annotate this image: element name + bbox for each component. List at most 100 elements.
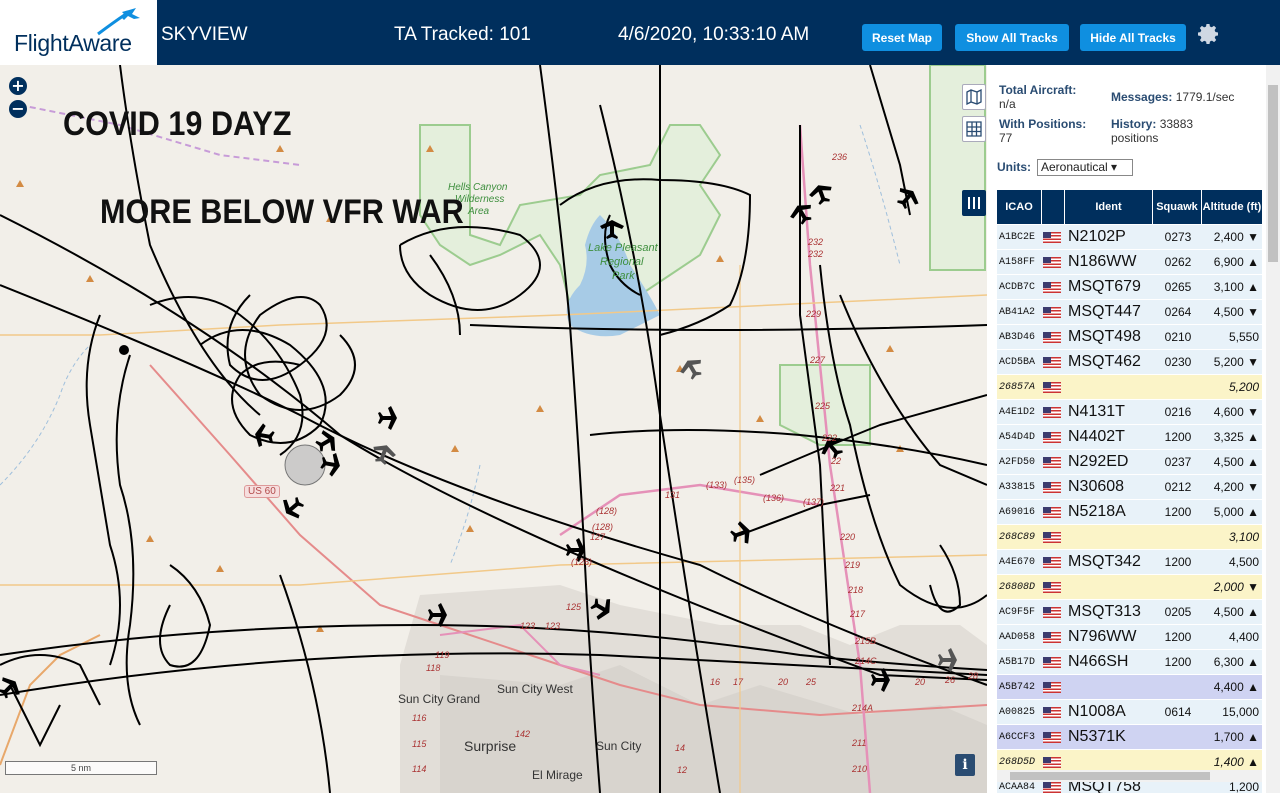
table-row[interactable]: ACD5BA MSQT462 0230 5,200 ▼ [997, 350, 1262, 375]
units-select[interactable]: Aeronautical ▾ [1037, 159, 1133, 176]
ident-cell: MSQT498 [1068, 328, 1141, 345]
road-number: 218 [848, 585, 864, 595]
table-row[interactable]: A5B742 4,400 ▲ [997, 675, 1262, 700]
squawk-cell [1154, 375, 1202, 399]
info-button[interactable]: i [955, 754, 975, 776]
icao-cell: A158FF [999, 256, 1036, 268]
road-number: 131 [665, 490, 681, 500]
ident-cell: N5218A [1068, 503, 1126, 520]
road-number: 219 [845, 560, 861, 570]
table-row[interactable]: AC9F5F MSQT313 0205 4,500 ▲ [997, 600, 1262, 625]
icao-cell: A4E670 [999, 556, 1036, 568]
table-row[interactable]: ACDB7C MSQT679 0265 3,100 ▲ [997, 275, 1262, 300]
squawk-cell [1154, 725, 1202, 749]
squawk-cell: 1200 [1164, 555, 1192, 569]
road-number: 232 [808, 237, 824, 247]
column-toggle-button[interactable] [962, 190, 986, 216]
horizontal-scrollbar-thumb[interactable] [1010, 772, 1210, 780]
ident-cell: N796WW [1068, 628, 1137, 645]
table-row[interactable]: 26808D 2,000 ▼ [997, 575, 1262, 600]
road-number: 142 [515, 729, 531, 739]
road-number: 26 [945, 675, 956, 685]
table-row[interactable]: A4E670 MSQT342 1200 4,500 [997, 550, 1262, 575]
squawk-cell: 0210 [1164, 330, 1192, 344]
hide-all-tracks-button[interactable]: Hide All Tracks [1080, 24, 1186, 51]
road-number: 232 [808, 249, 824, 259]
flag-cell [1043, 650, 1065, 674]
icao-cell: A1BC2E [999, 231, 1036, 243]
ident-cell: N186WW [1068, 253, 1137, 270]
column-header-squawk[interactable]: Squawk [1153, 190, 1201, 224]
altitude-cell: 1,700 ▲ [1213, 730, 1259, 744]
positions-value: 77 [999, 131, 1013, 145]
road-number: (126) [571, 557, 593, 567]
flag-cell [1043, 250, 1065, 274]
table-row[interactable]: A5B17D N466SH 1200 6,300 ▲ [997, 650, 1262, 675]
icao-cell: A00825 [999, 706, 1036, 718]
zoom-out-button[interactable]: − [9, 100, 27, 118]
flag-cell [1043, 325, 1065, 349]
road-number: 116 [412, 713, 427, 723]
table-row[interactable]: A2FD50 N292ED 0237 4,500 ▲ [997, 450, 1262, 475]
map-view[interactable]: Hells Canyon Wilderness Area Lake Pleasa… [0, 65, 987, 793]
table-row[interactable]: A69016 N5218A 1200 5,000 ▲ [997, 500, 1262, 525]
icao-cell: 26857A [999, 381, 1036, 393]
flag-cell [1043, 700, 1065, 724]
logo[interactable]: FlightAware [0, 0, 157, 65]
map-canvas[interactable] [0, 65, 987, 793]
flag-cell [1043, 275, 1065, 299]
road-number: (128) [596, 506, 618, 516]
table-row[interactable]: A54D4D N4402T 1200 3,325 ▲ [997, 425, 1262, 450]
column-header-ident[interactable]: Ident [1065, 190, 1152, 224]
icao-cell: A2FD50 [999, 456, 1036, 468]
flag-cell [1043, 300, 1065, 324]
squawk-cell: 0237 [1164, 455, 1192, 469]
ident-cell: N1008A [1068, 703, 1126, 720]
us-flag-icon [1043, 381, 1061, 393]
squawk-cell: 0265 [1164, 280, 1192, 294]
road-number: 22 [831, 456, 842, 466]
table-row[interactable]: A158FF N186WW 0262 6,900 ▲ [997, 250, 1262, 275]
vertical-scrollbar-thumb[interactable] [1268, 85, 1278, 262]
table-row[interactable]: 26857A 5,200 [997, 375, 1262, 400]
column-header-icao[interactable]: ICAO [997, 190, 1041, 224]
table-row[interactable]: A1BC2E N2102P 0273 2,400 ▼ [997, 225, 1262, 250]
grid-toggle-button[interactable] [962, 116, 986, 142]
squawk-cell: 0273 [1164, 230, 1192, 244]
column-header-flag[interactable] [1042, 190, 1064, 224]
table-row[interactable]: A6CCF3 N5371K 1,700 ▲ [997, 725, 1262, 750]
road-number: 28 [968, 671, 979, 681]
table-row[interactable]: 268C89 3,100 [997, 525, 1262, 550]
map-layers-button[interactable] [962, 84, 986, 110]
show-all-tracks-button[interactable]: Show All Tracks [955, 24, 1069, 51]
columns-icon [968, 197, 980, 209]
road-number: 217 [850, 609, 866, 619]
map-label-sun-city-grand: Sun City Grand [398, 692, 481, 706]
squawk-cell: 0262 [1164, 255, 1192, 269]
flag-cell [1043, 625, 1065, 649]
table-row[interactable]: A4E1D2 N4131T 0216 4,600 ▼ [997, 400, 1262, 425]
flag-cell [1043, 675, 1065, 699]
app-name: SKYVIEW [161, 24, 248, 45]
history-label: History: [1111, 117, 1157, 131]
squawk-cell: 0212 [1164, 480, 1192, 494]
table-row[interactable]: AB41A2 MSQT447 0264 4,500 ▼ [997, 300, 1262, 325]
us-flag-icon [1043, 431, 1061, 443]
table-row[interactable]: A00825 N1008A 0614 15,000 [997, 700, 1262, 725]
column-header-altitude[interactable]: Altitude (ft) [1202, 190, 1262, 224]
units-label: Units: [997, 160, 1031, 174]
table-row[interactable]: AAD058 N796WW 1200 4,400 [997, 625, 1262, 650]
zoom-in-button[interactable]: + [9, 77, 27, 95]
reset-map-button[interactable]: Reset Map [862, 24, 942, 51]
icao-cell: 268C89 [999, 531, 1036, 543]
ident-cell [1068, 675, 1154, 699]
road-number: 125 [566, 602, 582, 612]
icao-cell: AB41A2 [999, 306, 1036, 318]
road-number: 211 [852, 738, 867, 748]
table-row[interactable]: AB3D46 MSQT498 0210 5,550 [997, 325, 1262, 350]
icao-cell: AAD058 [999, 631, 1036, 643]
table-row[interactable]: A33815 N30608 0212 4,200 ▼ [997, 475, 1262, 500]
gear-icon[interactable] [1197, 22, 1221, 46]
road-number: 221 [830, 483, 846, 493]
altitude-cell: 3,100 [1228, 530, 1259, 544]
